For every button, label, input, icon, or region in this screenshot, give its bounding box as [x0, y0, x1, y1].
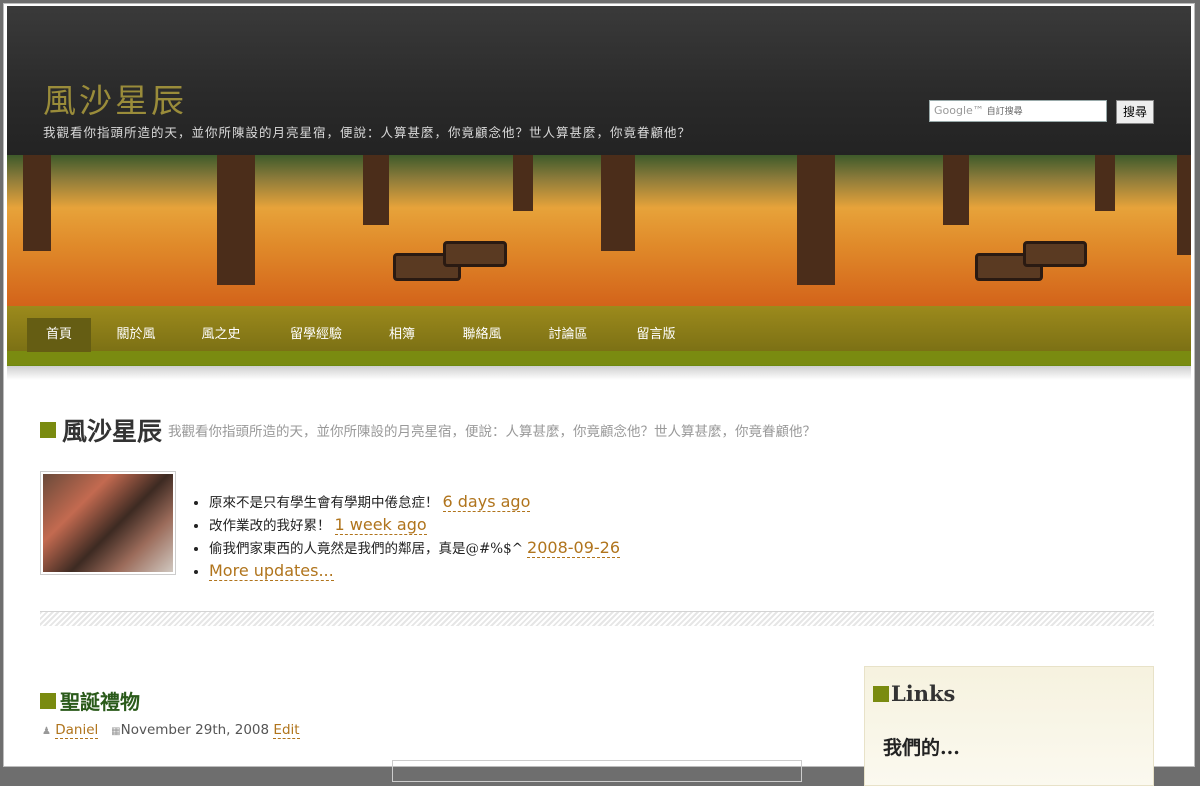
- update-time-link[interactable]: 2008-09-26: [527, 538, 621, 558]
- edit-link[interactable]: Edit: [273, 722, 300, 739]
- list-item: More updates...: [209, 559, 620, 582]
- post-meta: ♟ Daniel ▦November 29th, 2008 Edit: [42, 722, 300, 739]
- nav-item-album[interactable]: 相簿: [377, 318, 427, 352]
- profile-photo[interactable]: [40, 471, 176, 575]
- search-placeholder: 自訂搜尋: [986, 107, 1023, 117]
- post-title[interactable]: 聖誕禮物: [60, 690, 140, 714]
- author-link[interactable]: Daniel: [55, 722, 99, 739]
- update-time-link[interactable]: 6 days ago: [442, 492, 531, 512]
- header-banner-image: [7, 155, 1191, 306]
- square-bullet-icon: [40, 692, 56, 709]
- intro-heading: 風沙星辰 我觀看你指頭所造的天，並你所陳設的月亮星宿，便說：人算甚麼，你竟顧念他？…: [40, 412, 816, 448]
- square-bullet-icon: [40, 422, 56, 438]
- search-input[interactable]: Google™ 自訂搜尋: [929, 100, 1107, 122]
- search-button[interactable]: 搜尋: [1116, 100, 1154, 124]
- nav-item-study-abroad[interactable]: 留學經驗: [277, 318, 355, 352]
- post-heading: 聖誕禮物: [40, 686, 140, 715]
- list-item: 改作業改的我好累！1 week ago: [209, 513, 620, 536]
- nav-item-contact[interactable]: 聯絡風: [449, 318, 515, 352]
- more-updates-link[interactable]: More updates...: [209, 561, 334, 581]
- intro-description: 我觀看你指頭所造的天，並你所陳設的月亮星宿，便說：人算甚麼，你竟顧念他？世人算甚…: [168, 424, 817, 440]
- post-content-box: [392, 760, 802, 782]
- intro-title: 風沙星辰: [62, 417, 163, 446]
- author-icon: ♟: [42, 726, 51, 737]
- status-updates-list: 原來不是只有學生會有學期中倦怠症！6 days ago 改作業改的我好累！1 w…: [187, 490, 621, 582]
- calendar-icon: ▦: [111, 726, 121, 737]
- nav-item-about[interactable]: 關於風: [103, 318, 169, 352]
- update-time-link[interactable]: 1 week ago: [334, 515, 427, 535]
- square-bullet-icon: [873, 685, 889, 702]
- nav-item-forum[interactable]: 討論區: [535, 318, 601, 352]
- site-description: 我觀看你指頭所造的天，並你所陳設的月亮星宿，便說：人算甚麼，你竟顧念他？世人算甚…: [43, 125, 692, 140]
- search-brand: Google™: [934, 104, 984, 117]
- site-title[interactable]: 風沙星辰: [43, 74, 187, 122]
- sidebar-links-widget: Links 我們的...: [864, 666, 1154, 786]
- sidebar-title: Links: [891, 681, 956, 706]
- nav-item-home[interactable]: 首頁: [27, 318, 91, 352]
- main-navigation: 首頁 關於風 風之史 留學經驗 相簿 聯絡風 討論區 留言版: [7, 306, 1191, 366]
- sidebar-subtitle: 我們的...: [883, 737, 960, 759]
- nav-item-history[interactable]: 風之史: [189, 318, 253, 352]
- list-item: 偷我們家東西的人竟然是我們的鄰居，真是@#%$^2008-09-26: [209, 536, 621, 559]
- nav-item-guestbook[interactable]: 留言版: [623, 318, 689, 352]
- post-date: November 29th, 2008: [120, 722, 270, 738]
- site-header: 風沙星辰 我觀看你指頭所造的天，並你所陳設的月亮星宿，便說：人算甚麼，你竟顧念他…: [7, 6, 1191, 155]
- list-item: 原來不是只有學生會有學期中倦怠症！6 days ago: [209, 490, 620, 513]
- divider: [40, 611, 1154, 626]
